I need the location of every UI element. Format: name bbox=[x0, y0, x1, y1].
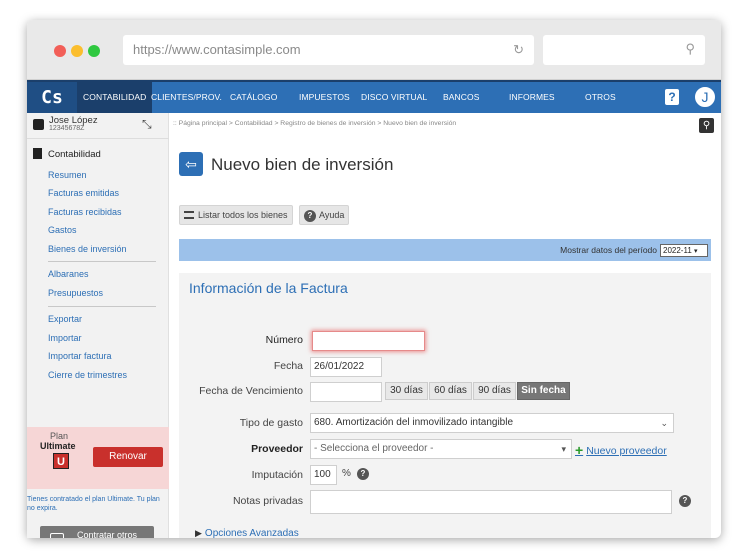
period-value: 2022-11 bbox=[663, 246, 692, 255]
question-icon: ? bbox=[304, 210, 316, 222]
back-arrow-icon: ⇦ bbox=[179, 152, 203, 176]
proveedor-select[interactable]: - Selecciona el proveedor - ▾ bbox=[310, 439, 572, 459]
breadcrumb-text[interactable]: :: Página principal > Contabilidad > Reg… bbox=[173, 120, 456, 127]
tipo-gasto-label: Tipo de gasto bbox=[239, 417, 303, 429]
new-provider-link[interactable]: + Nuevo proveedor bbox=[575, 442, 667, 458]
venc-60-button[interactable]: 60 días bbox=[429, 382, 472, 400]
plan-label: Plan bbox=[50, 431, 69, 441]
panel-title: Información de la Factura bbox=[189, 280, 348, 296]
plan-badge-icon: U bbox=[53, 453, 69, 469]
shopping-bag-icon bbox=[50, 533, 64, 538]
user-info[interactable]: Jose López 12345678Z ⤡ bbox=[27, 113, 169, 139]
nav-impuestos[interactable]: IMPUESTOS bbox=[299, 82, 350, 113]
advanced-options-label: Opciones Avanzadas bbox=[204, 528, 299, 538]
tipo-gasto-select[interactable]: 680. Amortización del inmovilizado intan… bbox=[310, 413, 674, 433]
chevron-down-icon: ⌄ bbox=[660, 418, 668, 428]
imputacion-unit: % bbox=[342, 468, 351, 479]
period-bar: Mostrar datos del período 2022-11 ▾ bbox=[179, 239, 711, 261]
period-select[interactable]: 2022-11 ▾ bbox=[660, 244, 708, 257]
contract-products-button[interactable]: Contratar otros productos bbox=[40, 526, 154, 538]
app-logo[interactable]: Cs bbox=[27, 82, 77, 113]
fecha-input[interactable]: 26/01/2022 bbox=[310, 357, 382, 377]
plan-name: Ultimate bbox=[40, 441, 76, 451]
sidebar-item-albaranes[interactable]: Albaranes bbox=[48, 269, 89, 279]
venc-sin-fecha-button[interactable]: Sin fecha bbox=[517, 382, 570, 400]
document-icon bbox=[33, 148, 42, 159]
sidebar-divider bbox=[48, 306, 156, 307]
imputacion-label: Imputación bbox=[251, 469, 303, 481]
avatar[interactable]: J bbox=[693, 85, 717, 109]
new-provider-label: Nuevo proveedor bbox=[586, 445, 667, 457]
proveedor-label: Proveedor bbox=[251, 443, 303, 455]
sidebar-section-label: Contabilidad bbox=[48, 149, 101, 160]
sidebar-item-cierre-trimestres[interactable]: Cierre de trimestres bbox=[48, 370, 127, 380]
search-icon[interactable]: ⚲ bbox=[699, 118, 714, 133]
nav-bancos[interactable]: BANCOS bbox=[443, 82, 480, 113]
period-label: Mostrar datos del período bbox=[560, 245, 657, 255]
nav-otros[interactable]: OTROS bbox=[585, 82, 616, 113]
chevron-down-icon: ▾ bbox=[694, 248, 698, 255]
nav-clientes[interactable]: CLIENTES/PROV. bbox=[151, 82, 222, 113]
sidebar-section-title: Contabilidad bbox=[33, 148, 101, 160]
sidebar-item-facturas-recibidas[interactable]: Facturas recibidas bbox=[48, 207, 122, 217]
list-icon bbox=[184, 211, 194, 219]
nav-informes[interactable]: INFORMES bbox=[509, 82, 555, 113]
sidebar-divider bbox=[48, 261, 156, 262]
help-label: Ayuda bbox=[319, 210, 345, 220]
contract-line-1: Contratar otros bbox=[76, 530, 138, 538]
sidebar: Jose López 12345678Z ⤡ Contabilidad Resu… bbox=[27, 113, 169, 538]
list-all-button[interactable]: Listar todos los bienes bbox=[179, 205, 293, 225]
fecha-label: Fecha bbox=[273, 360, 303, 372]
user-card-icon bbox=[33, 119, 44, 130]
list-all-label: Listar todos los bienes bbox=[198, 210, 288, 220]
help-icon[interactable]: ? bbox=[665, 89, 679, 105]
app-viewport: Cs CONTABILIDAD CLIENTES/PROV. CATÁLOGO … bbox=[27, 20, 721, 538]
imputacion-input[interactable]: 100 bbox=[310, 465, 337, 485]
plus-icon: + bbox=[575, 442, 584, 458]
notas-label: Notas privadas bbox=[232, 495, 303, 507]
help-button[interactable]: ? Ayuda bbox=[299, 205, 350, 225]
sidebar-item-presupuestos[interactable]: Presupuestos bbox=[48, 288, 103, 298]
sidebar-item-gastos[interactable]: Gastos bbox=[48, 225, 77, 235]
venc-90-button[interactable]: 90 días bbox=[473, 382, 516, 400]
sidebar-item-resumen[interactable]: Resumen bbox=[48, 170, 87, 180]
help-icon[interactable]: ? bbox=[679, 495, 691, 507]
breadcrumb: :: Página principal > Contabilidad > Reg… bbox=[169, 113, 721, 139]
venc-30-button[interactable]: 30 días bbox=[385, 382, 428, 400]
sidebar-item-importar[interactable]: Importar bbox=[48, 333, 82, 343]
proveedor-value: - Selecciona el proveedor - bbox=[314, 443, 434, 454]
caret-right-icon: ▶ bbox=[195, 528, 202, 538]
collapse-sidebar-icon[interactable]: ⤡ bbox=[142, 117, 152, 132]
numero-input[interactable] bbox=[312, 331, 425, 351]
nav-catalogo[interactable]: CATÁLOGO bbox=[230, 82, 277, 113]
sidebar-item-importar-factura[interactable]: Importar factura bbox=[48, 351, 112, 361]
advanced-options-link[interactable]: ▶ Opciones Avanzadas bbox=[195, 528, 299, 538]
renew-button[interactable]: Renovar bbox=[93, 447, 163, 467]
notas-textarea[interactable] bbox=[310, 490, 672, 514]
plan-box: Plan Ultimate U Renovar bbox=[27, 427, 169, 489]
tipo-gasto-value: 680. Amortización del inmovilizado intan… bbox=[314, 417, 514, 428]
main-navigation: Cs CONTABILIDAD CLIENTES/PROV. CATÁLOGO … bbox=[27, 80, 721, 113]
sidebar-item-facturas-emitidas[interactable]: Facturas emitidas bbox=[48, 188, 119, 198]
nav-disco-virtual[interactable]: DISCO VIRTUAL bbox=[361, 82, 427, 113]
user-id: 12345678Z bbox=[49, 125, 85, 132]
sidebar-item-bienes-inversion[interactable]: Bienes de inversión bbox=[48, 244, 127, 254]
page-title: Nuevo bien de inversión bbox=[211, 155, 394, 174]
plan-note: Tienes contratado el plan Ultimate. Tu p… bbox=[27, 496, 160, 512]
caret-down-icon: ▾ bbox=[561, 444, 566, 454]
nav-contabilidad[interactable]: CONTABILIDAD bbox=[77, 82, 153, 113]
vencimiento-input[interactable] bbox=[310, 382, 382, 402]
vencimiento-label: Fecha de Vencimiento bbox=[199, 385, 303, 397]
help-icon[interactable]: ? bbox=[357, 468, 369, 480]
sidebar-item-exportar[interactable]: Exportar bbox=[48, 314, 82, 324]
numero-label: Número bbox=[265, 334, 303, 346]
